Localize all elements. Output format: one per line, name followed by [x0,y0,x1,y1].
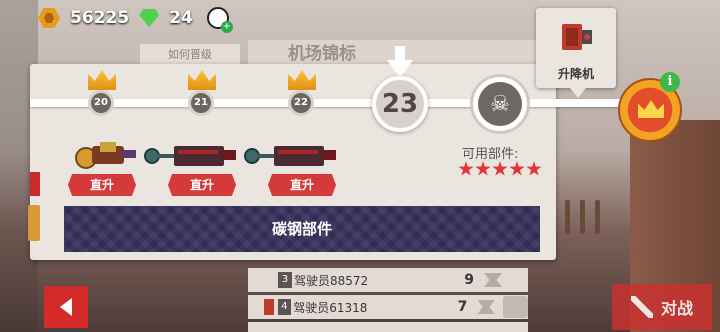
elevator-popup[interactable]: 升降机 [536,8,616,98]
player-score: 9 [464,272,474,288]
rocket-icon [502,296,528,318]
medal-icon [264,299,274,315]
leaderboard-row[interactable]: 3 驾驶员88572 9 [248,268,528,292]
elevator-icon [562,24,592,50]
back-button[interactable] [44,286,88,328]
battle-label: 对战 [660,299,693,318]
currency-bar: 56225 24 [38,6,233,33]
background-fence [565,200,625,240]
tier-node: 21 [188,90,214,116]
star-icon [492,161,508,176]
battle-button[interactable]: 对战 [612,284,712,330]
trophy-icon [484,273,502,287]
info-icon[interactable]: i [660,72,680,92]
star-icon [458,161,474,176]
gem-count: 24 [169,8,193,28]
rank-number: 3 [278,272,292,288]
star-icon [509,161,525,176]
green-gem-icon [139,9,160,27]
trophy-icon [477,300,495,314]
upgrade-reward-tag: 直升 [168,174,236,196]
player-score: 7 [457,299,468,315]
how-to-upgrade-button[interactable]: 如何晋级 [140,44,240,66]
skull-gear-icon: ☠ [470,74,530,134]
weapon-thumbnail [75,142,136,169]
hex-coin-icon [38,8,60,28]
current-position-arrow-icon [387,46,413,78]
weapon-thumbnail [144,146,236,166]
upgrade-reward-tag: 直升 [268,174,336,196]
weapon-thumbnail [244,146,336,166]
elevator-label: 升降机 [557,67,594,81]
tier-node: 22 [288,90,314,116]
carbon-parts-banner[interactable]: 碳钢部件 [64,206,540,252]
progress-track [30,99,630,107]
star-icon [526,161,542,176]
available-parts-label: 可用部件: [462,147,519,162]
leaderboard-row[interactable] [248,322,528,332]
coin-count: 56225 [70,8,130,28]
star-icon [475,161,491,176]
player-name: 驾驶员88572 [294,273,369,288]
player-name: 驾驶员61318 [293,300,368,315]
rank-number: 4 [277,299,292,315]
add-currency-icon[interactable] [206,7,233,33]
left-tag [30,172,40,196]
rarity-stars [458,161,542,177]
crossed-swords-icon [630,296,653,318]
tier-node: 20 [88,90,114,116]
left-scroll-handle[interactable] [28,205,40,241]
current-tier-node: 23 [372,76,428,132]
leaderboard-row[interactable]: 4 驾驶员61318 7 [248,295,528,319]
upgrade-reward-tag: 直升 [68,174,136,196]
